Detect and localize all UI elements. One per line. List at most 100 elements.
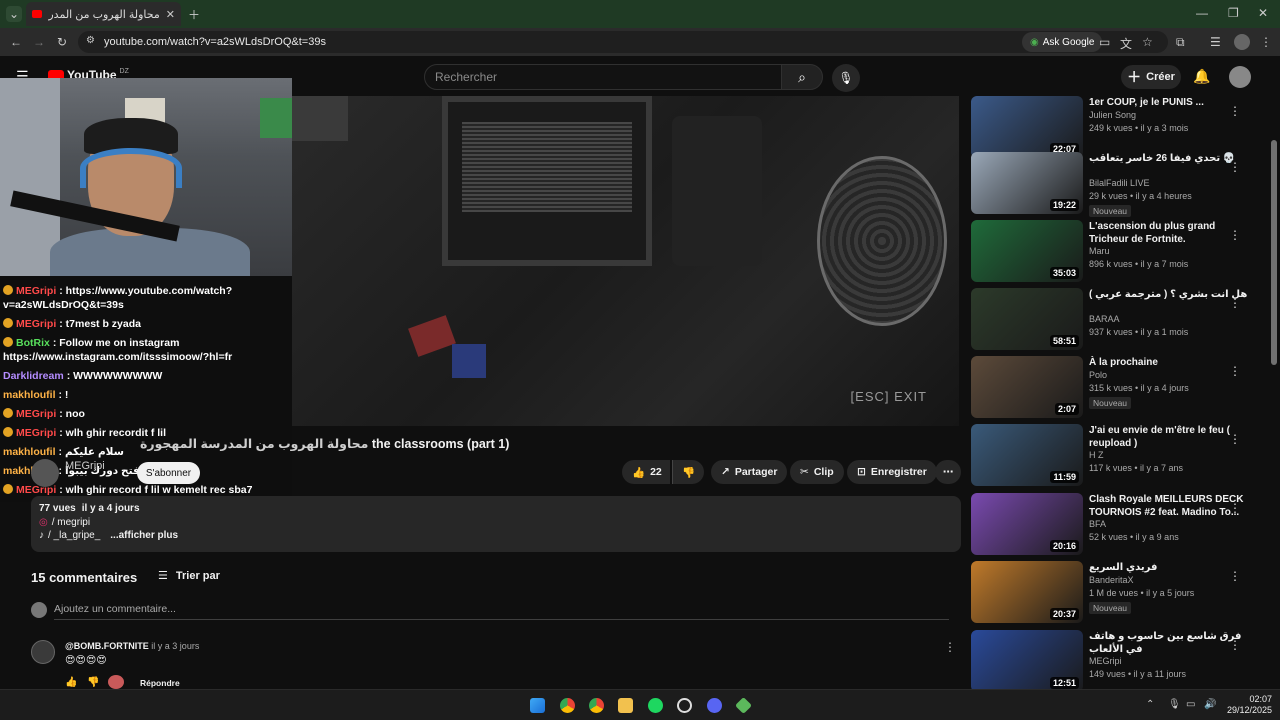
share-button[interactable]: ↗ Partager bbox=[711, 460, 788, 484]
subscribe-button[interactable]: S'abonner bbox=[137, 462, 200, 484]
microphone-tray-icon[interactable]: 🎙 bbox=[1168, 699, 1181, 710]
profile-avatar[interactable] bbox=[1234, 34, 1250, 50]
file-explorer-icon[interactable] bbox=[618, 698, 633, 713]
comment-menu-icon[interactable]: ⋮ bbox=[944, 640, 956, 654]
back-icon[interactable]: ← bbox=[10, 35, 22, 49]
recommended-channel[interactable]: BARAA bbox=[1089, 314, 1120, 324]
recommended-channel[interactable]: BilalFadili LIVE bbox=[1089, 178, 1150, 188]
recommended-title[interactable]: L'ascension du plus grand Tricheur de Fo… bbox=[1089, 220, 1249, 246]
recommended-menu-icon[interactable]: ⋮ bbox=[1229, 228, 1241, 242]
close-tab-icon[interactable]: ✕ bbox=[166, 8, 175, 21]
comment-author[interactable]: @BOMB.FORTNITE bbox=[65, 641, 149, 651]
recommended-menu-icon[interactable]: ⋮ bbox=[1229, 569, 1241, 583]
add-comment-input[interactable]: Ajoutez un commentaire... bbox=[54, 603, 176, 615]
reading-list-icon[interactable]: ☰ bbox=[1210, 35, 1221, 49]
browser-tab[interactable]: محاولة الهروب من المدرسة المهج... ✕ bbox=[26, 2, 181, 26]
video-thumbnail[interactable]: 22:07 bbox=[971, 96, 1083, 158]
close-window-icon[interactable]: ✕ bbox=[1258, 6, 1268, 20]
recommended-video[interactable]: 12:51 فرق شاسع بين حاسوب و هاتف في الألعا… bbox=[971, 630, 1271, 692]
forward-icon[interactable]: → bbox=[33, 35, 45, 49]
clip-button[interactable]: ✂ Clip bbox=[790, 460, 844, 484]
reload-icon[interactable]: ↻ bbox=[57, 35, 67, 49]
new-tab-icon[interactable]: ＋ bbox=[188, 6, 200, 23]
recommended-video[interactable]: 35:03 L'ascension du plus grand Tricheur … bbox=[971, 220, 1271, 282]
recommended-menu-icon[interactable]: ⋮ bbox=[1229, 432, 1241, 446]
recommended-title[interactable]: 1er COUP, je le PUNIS ... bbox=[1089, 96, 1249, 109]
notifications-bell-icon[interactable]: 🔔 bbox=[1193, 68, 1210, 85]
recommended-channel[interactable]: BanderitaX bbox=[1089, 575, 1134, 585]
tab-search-icon[interactable]: ⌄ bbox=[6, 6, 22, 22]
recommended-menu-icon[interactable]: ⋮ bbox=[1229, 364, 1241, 378]
site-info-icon[interactable]: ⚙ bbox=[86, 35, 95, 46]
obs-icon[interactable] bbox=[677, 698, 692, 713]
video-player[interactable]: [ESC] EXIT bbox=[292, 96, 959, 426]
recommended-title[interactable]: هل انت بشري ؟ ( مترجمة عربي ) bbox=[1089, 288, 1249, 301]
recommended-channel[interactable]: BFA bbox=[1089, 519, 1106, 529]
minecraft-launcher-icon[interactable] bbox=[735, 697, 752, 714]
spotify-icon[interactable] bbox=[648, 698, 663, 713]
description-link-instagram[interactable]: ◎ / megripi bbox=[39, 517, 953, 528]
video-thumbnail[interactable]: 20:16 bbox=[971, 493, 1083, 555]
page-scrollbar[interactable] bbox=[1271, 140, 1277, 365]
video-thumbnail[interactable]: 35:03 bbox=[971, 220, 1083, 282]
video-thumbnail[interactable]: 12:51 bbox=[971, 630, 1083, 692]
search-button[interactable]: ⌕ bbox=[781, 64, 823, 90]
comment-like-icon[interactable]: 👍 bbox=[65, 677, 77, 688]
show-more-link[interactable]: ...afficher plus bbox=[110, 530, 178, 541]
network-icon[interactable]: ▭ bbox=[1186, 699, 1195, 710]
recommended-menu-icon[interactable]: ⋮ bbox=[1229, 638, 1241, 652]
chrome-profile-icon[interactable] bbox=[560, 698, 575, 713]
start-windows-icon[interactable] bbox=[530, 698, 545, 713]
extensions-icon[interactable]: ⧉ bbox=[1176, 35, 1185, 50]
dislike-button[interactable]: 👎 bbox=[672, 460, 705, 484]
maximize-icon[interactable]: ❐ bbox=[1228, 6, 1239, 20]
recommended-menu-icon[interactable]: ⋮ bbox=[1229, 160, 1241, 174]
recommended-video[interactable]: 22:07 1er COUP, je le PUNIS ... Julien Son… bbox=[971, 96, 1271, 158]
recommended-video[interactable]: 58:51 هل انت بشري ؟ ( مترجمة عربي ) BARAA 9… bbox=[971, 288, 1271, 350]
recommended-title[interactable]: فريدي السريع bbox=[1089, 561, 1249, 574]
search-input[interactable]: Rechercher bbox=[424, 64, 782, 90]
recommended-title[interactable]: تحدي فيفا 26 خاسر يتعاقب 💀 bbox=[1089, 152, 1249, 165]
video-thumbnail[interactable]: 11:59 bbox=[971, 424, 1083, 486]
account-avatar[interactable] bbox=[1229, 66, 1251, 88]
video-thumbnail[interactable]: 2:07 bbox=[971, 356, 1083, 418]
comment-dislike-icon[interactable]: 👎 bbox=[87, 677, 99, 688]
recommended-title[interactable]: J'ai eu envie de m'être le feu ( reuploa… bbox=[1089, 424, 1249, 450]
video-description-box[interactable]: 77 vues il y a 4 jours ◎ / megripi ♪ / _… bbox=[31, 496, 961, 552]
url-field[interactable]: ⚙ youtube.com/watch?v=a2sWLdsDrOQ&t=39s bbox=[78, 31, 1168, 53]
recommended-title[interactable]: فرق شاسع بين حاسوب و هاتف في الألعاب bbox=[1089, 630, 1249, 656]
discord-icon[interactable] bbox=[707, 698, 722, 713]
cast-icon[interactable]: ▭ bbox=[1099, 35, 1110, 49]
recommended-video[interactable]: 20:37 فريدي السريع BanderitaX 1 M de vues •… bbox=[971, 561, 1271, 623]
recommended-video[interactable]: 20:16 Clash Royale MEILLEURS DECK TOURNOI… bbox=[971, 493, 1271, 555]
recommended-video[interactable]: 11:59 J'ai eu envie de m'être le feu ( re… bbox=[971, 424, 1271, 486]
browser-menu-icon[interactable]: ⋮ bbox=[1260, 35, 1272, 49]
voice-search-button[interactable]: 🎙 bbox=[832, 64, 860, 92]
more-actions-button[interactable]: ⋯ bbox=[935, 460, 961, 484]
comment-author-avatar[interactable] bbox=[31, 640, 55, 664]
bookmark-star-icon[interactable]: ☆ bbox=[1142, 35, 1153, 49]
system-clock[interactable]: 02:07 29/12/2025 bbox=[1227, 694, 1272, 716]
save-button[interactable]: ⊡ Enregistrer bbox=[847, 460, 937, 484]
recommended-menu-icon[interactable]: ⋮ bbox=[1229, 501, 1241, 515]
show-hidden-icons-icon[interactable]: ⌃ bbox=[1146, 699, 1154, 710]
translate-icon[interactable]: 文 bbox=[1120, 35, 1132, 52]
ask-google-button[interactable]: ◉ Ask Google bbox=[1022, 32, 1103, 52]
video-thumbnail[interactable]: 20:37 bbox=[971, 561, 1083, 623]
recommended-title[interactable]: Clash Royale MEILLEURS DECK TOURNOIS #2 … bbox=[1089, 493, 1249, 519]
recommended-video[interactable]: 19:22 تحدي فيفا 26 خاسر يتعاقب 💀 BilalFadi… bbox=[971, 152, 1271, 217]
volume-icon[interactable]: 🔊 bbox=[1204, 699, 1216, 710]
minimize-icon[interactable]: — bbox=[1196, 6, 1208, 20]
channel-avatar[interactable] bbox=[31, 459, 59, 487]
chrome-icon[interactable] bbox=[589, 698, 604, 713]
like-button[interactable]: 👍 22 bbox=[622, 460, 670, 484]
recommended-channel[interactable]: Julien Song bbox=[1089, 110, 1136, 120]
recommended-channel[interactable]: H Z bbox=[1089, 450, 1104, 460]
recommended-channel[interactable]: Maru bbox=[1089, 246, 1110, 256]
create-button[interactable]: ＋ Créer bbox=[1121, 65, 1181, 89]
reply-button[interactable]: Répondre bbox=[140, 678, 180, 688]
sort-comments-button[interactable]: ☰ Trier par bbox=[158, 569, 220, 583]
recommended-video[interactable]: 2:07 À la prochaine Polo 315 k vues • il y … bbox=[971, 356, 1271, 418]
recommended-channel[interactable]: Polo bbox=[1089, 370, 1107, 380]
recommended-menu-icon[interactable]: ⋮ bbox=[1229, 296, 1241, 310]
